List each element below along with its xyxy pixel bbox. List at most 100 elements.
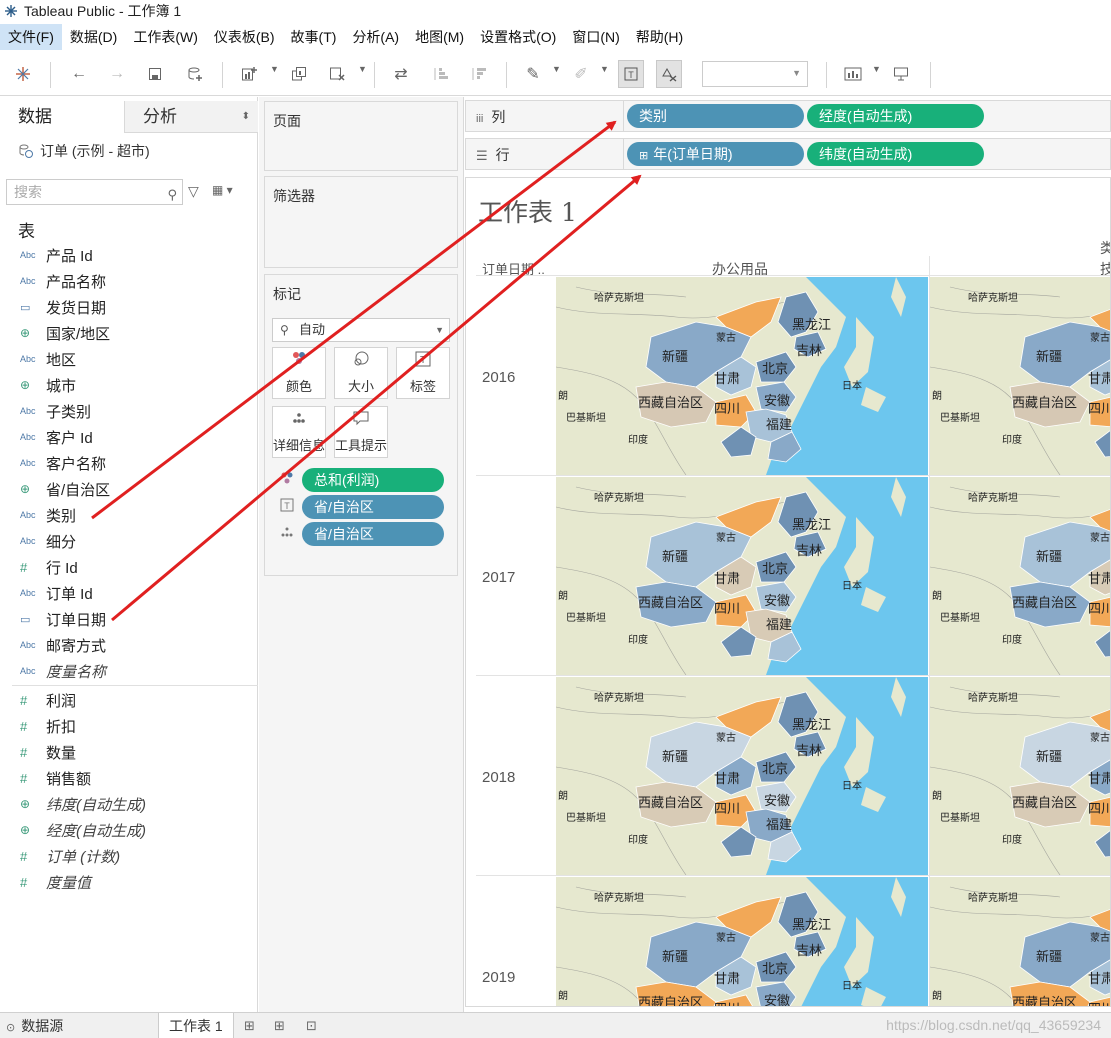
field-item[interactable]: Abc 度量名称 (0, 658, 258, 684)
label-button[interactable]: T 标签 (396, 347, 450, 399)
search-icon: ⚲ (167, 187, 177, 202)
menu-item-9[interactable]: 帮助(H) (628, 24, 691, 50)
province-detail-pill[interactable]: 省/自治区 (302, 522, 444, 546)
tab-analysis[interactable]: 分析 ⬍ (124, 101, 258, 133)
map-cell[interactable]: 哈萨克斯坦 蒙古 新疆 黑龙江 吉林 甘肃 北京 西藏自治区 四川 安徽 福建 … (556, 877, 928, 1006)
tooltip-button[interactable]: 工具提示 (334, 406, 388, 458)
order-year-pill[interactable]: ⊞ 年(订单日期) (627, 142, 804, 166)
field-item[interactable]: # 度量值 (0, 869, 258, 895)
menu-item-1[interactable]: 数据(D) (62, 24, 125, 50)
undo-icon[interactable]: ← (66, 60, 92, 88)
show-me-icon[interactable] (840, 60, 866, 88)
field-item[interactable]: Abc 邮寄方式 (0, 632, 258, 658)
field-item[interactable]: # 利润 (0, 687, 258, 713)
col-header-tech[interactable]: 技 (1100, 259, 1110, 279)
menu-item-6[interactable]: 地图(M) (407, 24, 472, 50)
fix-axes-icon[interactable] (656, 60, 682, 88)
field-item[interactable]: Abc 产品名称 (0, 268, 258, 294)
field-item[interactable]: ⊕ 省/自治区 (0, 476, 258, 502)
sort-descending-icon[interactable] (466, 60, 492, 88)
clear-sheet-icon[interactable] (324, 60, 350, 88)
menu-item-2[interactable]: 工作表(W) (125, 24, 206, 50)
year-label[interactable]: 2019 (482, 969, 515, 986)
save-icon[interactable] (142, 60, 168, 88)
field-item[interactable]: Abc 客户名称 (0, 450, 258, 476)
field-item[interactable]: ⊕ 国家/地区 (0, 320, 258, 346)
list-view-icon[interactable]: ▦ ▾ (212, 183, 233, 197)
mark-type-dropdown[interactable]: ⚲ 自动 ▼ (272, 318, 450, 342)
menu-item-8[interactable]: 窗口(N) (564, 24, 627, 50)
presentation-mode-icon[interactable] (888, 60, 914, 88)
map-cell[interactable]: 哈萨克斯坦 蒙古 新疆 黑龙江 吉林 甘肃 北京 西藏自治区 四川 安徽 福建 … (930, 877, 1110, 1006)
filters-card[interactable]: 筛选器 (264, 176, 458, 268)
field-item[interactable]: # 行 Id (0, 554, 258, 580)
new-worksheet-tab-icon[interactable]: ⊞ (244, 1013, 255, 1038)
profit-sum-pill[interactable]: 总和(利润) (302, 468, 444, 492)
field-item[interactable]: Abc 类别 (0, 502, 258, 528)
show-mark-labels-icon[interactable]: T (618, 60, 644, 88)
field-item[interactable]: ⊕ 经度(自动生成) (0, 817, 258, 843)
year-label[interactable]: 2016 (482, 369, 515, 386)
field-item[interactable]: ▭ 订单日期 (0, 606, 258, 632)
new-datasource-icon[interactable] (182, 60, 208, 88)
field-item[interactable]: Abc 地区 (0, 346, 258, 372)
field-item[interactable]: # 折扣 (0, 713, 258, 739)
datasource-tab[interactable]: ⊙ 数据源 (6, 1013, 63, 1038)
field-item[interactable]: # 销售额 (0, 765, 258, 791)
field-item[interactable]: Abc 订单 Id (0, 580, 258, 606)
new-story-tab-icon[interactable]: ⊡ (306, 1013, 317, 1038)
menu-item-3[interactable]: 仪表板(B) (206, 24, 283, 50)
longitude-pill[interactable]: 经度(自动生成) (807, 104, 984, 128)
menu-item-7[interactable]: 设置格式(O) (472, 24, 564, 50)
search-input[interactable]: 搜索 ⚲ (6, 179, 183, 205)
rows-shelf[interactable]: ☰ 行 ⊞ 年(订单日期) 纬度(自动生成) (465, 138, 1111, 170)
field-item[interactable]: # 订单 (计数) (0, 843, 258, 869)
attach-icon[interactable]: ✐ (568, 60, 594, 88)
sheet-tab[interactable]: 工作表 1 (158, 1013, 234, 1038)
category-pill[interactable]: 类别 (627, 104, 804, 128)
color-button[interactable]: 颜色 (272, 347, 326, 399)
sort-ascending-icon[interactable] (428, 60, 454, 88)
map-cell[interactable]: 哈萨克斯坦 蒙古 新疆 黑龙江 吉林 甘肃 北京 西藏自治区 四川 安徽 福建 … (930, 477, 1110, 675)
svg-text:西藏自治区: 西藏自治区 (1012, 796, 1077, 811)
field-item[interactable]: Abc 子类别 (0, 398, 258, 424)
latitude-pill[interactable]: 纬度(自动生成) (807, 142, 984, 166)
tableau-home-icon[interactable] (10, 60, 36, 88)
duplicate-sheet-icon[interactable] (286, 60, 312, 88)
pages-card[interactable]: 页面 (264, 101, 458, 171)
year-label[interactable]: 2017 (482, 569, 515, 586)
redo-icon[interactable]: → (104, 60, 130, 88)
datasource-item[interactable]: 订单 (示例 - 超市) (18, 141, 150, 161)
map-cell[interactable]: 哈萨克斯坦 蒙古 新疆 黑龙江 吉林 甘肃 北京 西藏自治区 四川 安徽 福建 … (930, 277, 1110, 475)
province-label-pill[interactable]: 省/自治区 (302, 495, 444, 519)
field-item[interactable]: Abc 细分 (0, 528, 258, 554)
detail-button[interactable]: 详细信息 (272, 406, 326, 458)
tab-data[interactable]: 数据 (0, 101, 124, 133)
fit-dropdown[interactable]: ▼ (702, 61, 808, 87)
columns-shelf[interactable]: iii 列 类别 经度(自动生成) (465, 100, 1111, 132)
menu-item-4[interactable]: 故事(T) (283, 24, 345, 50)
pane-toggle-icon[interactable]: ⬍ (242, 101, 250, 133)
map-cell[interactable]: 哈萨克斯坦 蒙古 新疆 黑龙江 吉林 甘肃 北京 西藏自治区 四川 安徽 福建 … (556, 477, 928, 675)
new-worksheet-icon[interactable] (236, 60, 262, 88)
col-header-office[interactable]: 办公用品 (712, 259, 768, 279)
field-item[interactable]: ⊕ 纬度(自动生成) (0, 791, 258, 817)
new-dashboard-tab-icon[interactable]: ⊞ (274, 1013, 285, 1038)
map-cell[interactable]: 哈萨克斯坦 蒙古 新疆 黑龙江 吉林 甘肃 北京 西藏自治区 四川 安徽 福建 … (930, 677, 1110, 875)
field-item[interactable]: # 数量 (0, 739, 258, 765)
menu-item-5[interactable]: 分析(A) (344, 24, 407, 50)
field-item[interactable]: Abc 产品 Id (0, 242, 258, 268)
map-cell[interactable]: 哈萨克斯坦 蒙古 新疆 黑龙江 吉林 甘肃 北京 西藏自治区 四川 安徽 福建 … (556, 277, 928, 475)
year-label[interactable]: 2018 (482, 769, 515, 786)
swap-rows-columns-icon[interactable]: ⇄ (388, 60, 414, 88)
menu-item-0[interactable]: 文件(F) (0, 24, 62, 50)
size-button[interactable]: 大小 (334, 347, 388, 399)
map-cell[interactable]: 哈萨克斯坦 蒙古 新疆 黑龙江 吉林 甘肃 北京 西藏自治区 四川 安徽 福建 … (556, 677, 928, 875)
field-label: 城市 (46, 377, 77, 395)
filter-icon[interactable]: ▽ (188, 183, 199, 200)
field-item[interactable]: ⊕ 城市 (0, 372, 258, 398)
field-item[interactable]: Abc 客户 Id (0, 424, 258, 450)
field-item[interactable]: ▭ 发货日期 (0, 294, 258, 320)
datasource-label: 订单 (示例 - 超市) (40, 143, 150, 159)
highlight-icon[interactable]: ✎ (520, 60, 546, 88)
